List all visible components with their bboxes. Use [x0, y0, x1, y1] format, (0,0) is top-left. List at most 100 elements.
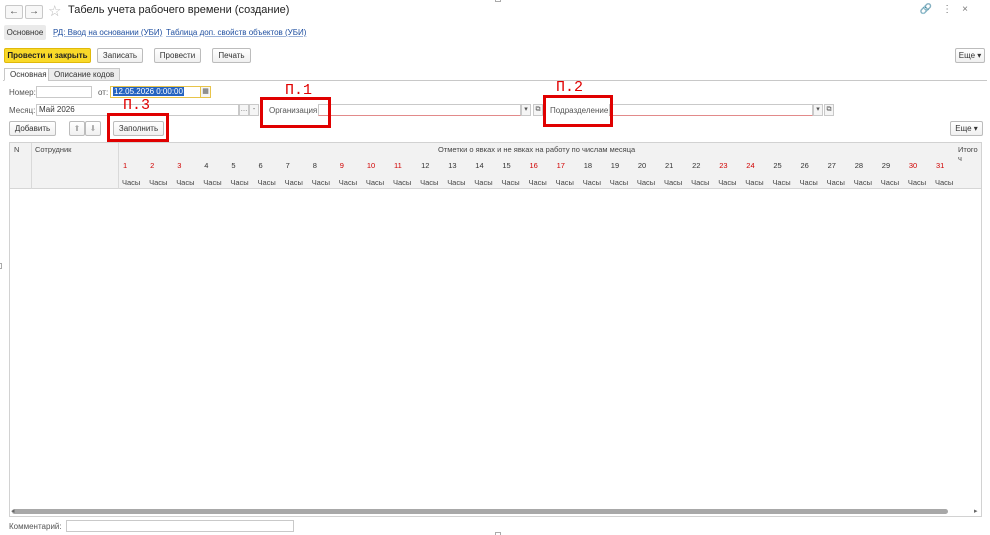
- add-row-button[interactable]: Добавить: [9, 121, 56, 136]
- annotation-p3: П.3: [123, 97, 151, 114]
- org-field[interactable]: [318, 104, 521, 116]
- more-vertical-icon[interactable]: ⋮: [942, 4, 962, 15]
- day-header[interactable]: 5: [231, 161, 235, 170]
- back-button[interactable]: ←: [5, 5, 23, 19]
- day-header[interactable]: 13: [448, 161, 456, 170]
- day-header[interactable]: 1: [123, 161, 127, 170]
- hours-subheader: Часы: [447, 178, 466, 187]
- annotation-p2: П.2: [556, 79, 584, 96]
- day-header[interactable]: 23: [719, 161, 727, 170]
- day-header[interactable]: 28: [855, 161, 863, 170]
- hours-subheader: Часы: [501, 178, 520, 187]
- day-header[interactable]: 3: [177, 161, 181, 170]
- day-header[interactable]: 4: [204, 161, 208, 170]
- top-edge-handle[interactable]: [495, 0, 501, 2]
- org-dropdown-icon[interactable]: ▾: [521, 104, 531, 116]
- month-clear-button[interactable]: -: [249, 104, 259, 116]
- comment-label: Комментарий:: [9, 522, 62, 531]
- timesheet-table[interactable]: N Сотрудник Отметки о явках и не явках н…: [9, 142, 982, 517]
- save-button[interactable]: Записать: [97, 48, 143, 63]
- close-icon[interactable]: ×: [962, 4, 978, 15]
- day-header[interactable]: 9: [340, 161, 344, 170]
- date-label: от:: [98, 88, 109, 97]
- calendar-icon[interactable]: ▦: [200, 86, 211, 98]
- scroll-left-icon[interactable]: ◂: [11, 507, 15, 515]
- day-header[interactable]: 14: [475, 161, 483, 170]
- hours-subheader: Часы: [393, 178, 412, 187]
- hours-subheader: Часы: [311, 178, 330, 187]
- dept-field[interactable]: [609, 104, 813, 116]
- day-header[interactable]: 10: [367, 161, 375, 170]
- day-header[interactable]: 15: [502, 161, 510, 170]
- hours-subheader: Часы: [230, 178, 249, 187]
- hours-subheader: Часы: [284, 178, 303, 187]
- day-header[interactable]: 2: [150, 161, 154, 170]
- day-header[interactable]: 30: [909, 161, 917, 170]
- forward-button[interactable]: →: [25, 5, 43, 19]
- day-header[interactable]: 26: [801, 161, 809, 170]
- day-header[interactable]: 21: [665, 161, 673, 170]
- more-button[interactable]: Еще ▾: [955, 48, 985, 63]
- hours-subheader: Часы: [582, 178, 601, 187]
- day-header[interactable]: 16: [530, 161, 538, 170]
- hours-subheader: Часы: [338, 178, 358, 187]
- link-basis-input[interactable]: РД: Ввод на основании (УБИ): [53, 28, 162, 37]
- scroll-right-icon[interactable]: ▸: [974, 507, 978, 515]
- nav-main-link[interactable]: Основное: [4, 25, 46, 40]
- day-header[interactable]: 12: [421, 161, 429, 170]
- page-title: Табель учета рабочего времени (создание): [68, 4, 290, 16]
- annotation-box-org: [260, 97, 331, 128]
- annotation-box-dept: [543, 95, 613, 127]
- link-extra-properties[interactable]: Таблица доп. свойств объектов (УБИ): [166, 28, 306, 37]
- day-header[interactable]: 29: [882, 161, 890, 170]
- col-group-header[interactable]: Отметки о явках и не явках на работу по …: [438, 145, 635, 154]
- hours-subheader: Часы: [772, 178, 791, 187]
- month-select-button[interactable]: …: [239, 104, 249, 116]
- hours-subheader: Часы: [122, 178, 141, 187]
- col-total-header[interactable]: Итого ч: [958, 145, 981, 163]
- hours-subheader: Часы: [745, 178, 764, 187]
- horizontal-scrollbar[interactable]: [12, 509, 948, 514]
- day-header[interactable]: 11: [394, 161, 402, 170]
- move-down-icon[interactable]: ⬇: [85, 121, 101, 136]
- day-header[interactable]: 7: [286, 161, 290, 170]
- comment-field[interactable]: [66, 520, 294, 532]
- hours-subheader: Часы: [799, 178, 818, 187]
- dept-dropdown-icon[interactable]: ▾: [813, 104, 823, 116]
- tab-codes-description[interactable]: Описание кодов: [48, 68, 121, 81]
- day-header[interactable]: 25: [773, 161, 781, 170]
- day-header[interactable]: 27: [828, 161, 836, 170]
- number-field[interactable]: [36, 86, 92, 98]
- move-up-icon[interactable]: ⬆: [69, 121, 85, 136]
- left-edge-handle[interactable]: [0, 263, 2, 269]
- post-button[interactable]: Провести: [154, 48, 201, 63]
- col-n-header[interactable]: N: [14, 145, 19, 154]
- hours-subheader: Часы: [907, 178, 927, 187]
- print-button[interactable]: Печать: [212, 48, 251, 63]
- day-header[interactable]: 6: [259, 161, 263, 170]
- day-header[interactable]: 22: [692, 161, 700, 170]
- org-open-icon[interactable]: ⧉: [533, 104, 543, 116]
- day-header[interactable]: 19: [611, 161, 619, 170]
- table-more-button[interactable]: Еще ▾: [950, 121, 983, 136]
- dept-open-icon[interactable]: ⧉: [824, 104, 834, 116]
- favorite-star-icon[interactable]: ☆: [48, 2, 61, 20]
- day-header[interactable]: 8: [313, 161, 317, 170]
- hours-subheader: Часы: [257, 178, 276, 187]
- post-and-close-button[interactable]: Провести и закрыть: [4, 48, 91, 63]
- day-header[interactable]: 20: [638, 161, 646, 170]
- link-icon[interactable]: 🔗: [920, 4, 942, 15]
- day-header[interactable]: 18: [584, 161, 592, 170]
- hours-subheader: Часы: [420, 178, 439, 187]
- number-label: Номер:: [9, 88, 36, 97]
- hours-subheader: Часы: [853, 178, 872, 187]
- day-header[interactable]: 31: [936, 161, 944, 170]
- hours-subheader: Часы: [935, 178, 954, 187]
- day-header[interactable]: 17: [557, 161, 565, 170]
- col-employee-header[interactable]: Сотрудник: [35, 145, 71, 154]
- day-header[interactable]: 24: [746, 161, 754, 170]
- annotation-p1: П.1: [285, 82, 313, 99]
- hours-subheader: Часы: [528, 178, 547, 187]
- hours-subheader: Часы: [365, 178, 385, 187]
- tab-main[interactable]: Основная: [4, 68, 53, 81]
